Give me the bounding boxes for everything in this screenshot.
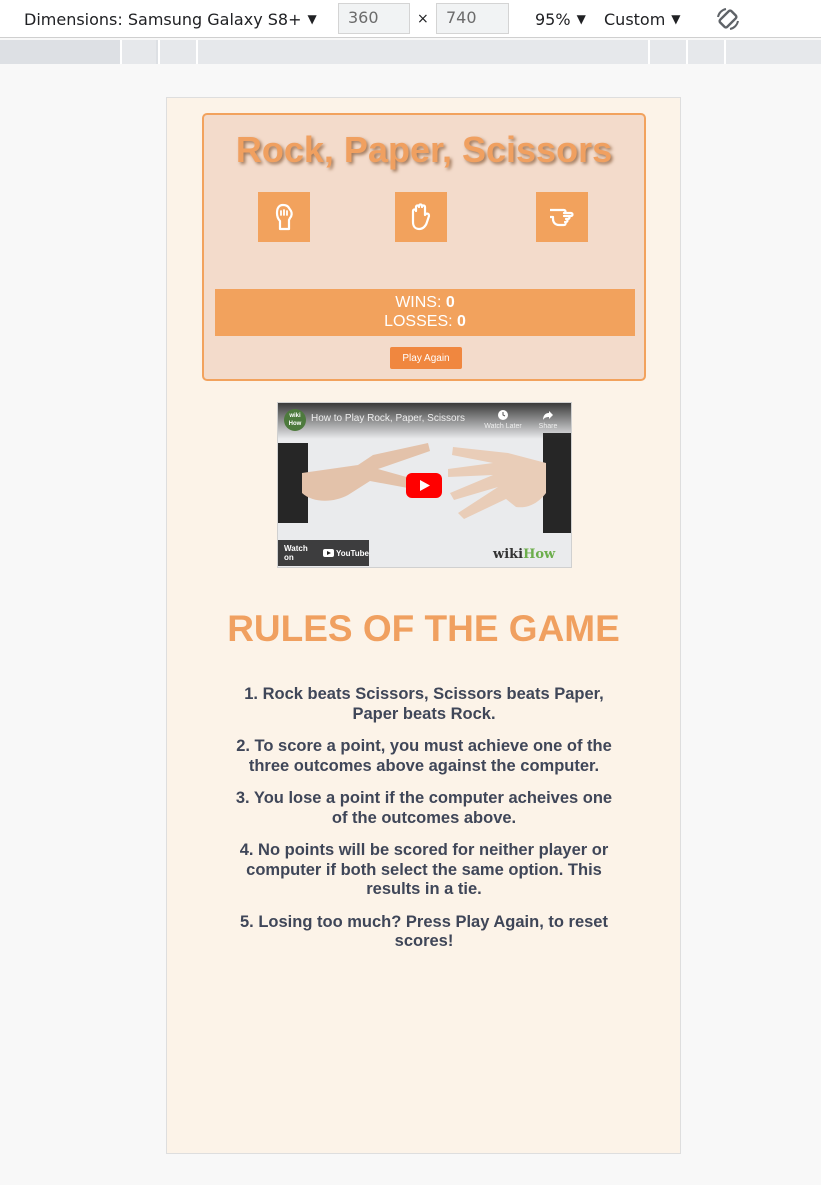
rules-list: 1. Rock beats Scissors, Scissors beats P…: [231, 685, 617, 965]
rule-item: 5. Losing too much? Press Play Again, to…: [240, 912, 608, 951]
watch-on-label: Watch on: [284, 544, 308, 562]
share-icon: [543, 411, 553, 420]
scissors-button[interactable]: [536, 192, 588, 242]
height-input[interactable]: 740: [436, 3, 509, 34]
rotate-icon[interactable]: [714, 5, 742, 33]
losses-label: LOSSES:: [384, 313, 453, 330]
rules-title: RULES OF THE GAME: [227, 608, 620, 649]
ruler-segment[interactable]: [158, 40, 196, 64]
device-toolbar: Dimensions: Samsung Galaxy S8+ ▼ 360 × 7…: [0, 0, 821, 38]
zoom-dropdown[interactable]: 95% ▼: [535, 0, 586, 38]
youtube-logo-icon: [323, 549, 334, 557]
device-dimensions-label: Dimensions: Samsung Galaxy S8+: [24, 9, 302, 29]
youtube-embed[interactable]: wiki How How to Play Rock, Paper, Scisso…: [277, 402, 572, 568]
video-title[interactable]: How to Play Rock, Paper, Scissors: [311, 413, 465, 424]
share-button[interactable]: Share: [530, 409, 566, 430]
chevron-down-icon: ▼: [671, 12, 681, 26]
share-label: Share: [538, 423, 558, 430]
device-viewport: Rock, Paper, Scissors WINS: 0 LOSSES: 0 …: [166, 97, 681, 1154]
wins-label: WINS:: [395, 294, 442, 311]
rule-item: 4. No points will be scored for neither …: [239, 841, 609, 898]
ruler-segment[interactable]: [686, 40, 724, 64]
device-dimensions-dropdown[interactable]: Dimensions: Samsung Galaxy S8+ ▼: [24, 0, 317, 38]
chevron-down-icon: ▼: [307, 12, 317, 26]
paper-button[interactable]: [395, 192, 447, 242]
ruler-segment[interactable]: [120, 40, 156, 64]
ruler-segment[interactable]: [196, 40, 648, 64]
chevron-down-icon: ▼: [576, 12, 586, 26]
game-panel: Rock, Paper, Scissors WINS: 0 LOSSES: 0 …: [202, 113, 646, 381]
rule-item: 3. You lose a point if the computer ache…: [235, 789, 613, 827]
channel-logo[interactable]: wiki How: [284, 409, 306, 431]
watch-later-label: Watch Later: [484, 423, 522, 430]
ruler-segment[interactable]: [648, 40, 686, 64]
youtube-label: YouTube: [335, 548, 369, 558]
hand-scissors-icon: [550, 208, 574, 227]
rule-item: 1. Rock beats Scissors, Scissors beats P…: [244, 685, 604, 723]
losses-count: 0: [457, 313, 466, 330]
rock-button[interactable]: [258, 192, 310, 242]
throttle-dropdown[interactable]: Custom ▼: [604, 0, 681, 38]
clock-icon: [498, 410, 508, 420]
times-sign: ×: [417, 11, 429, 27]
wins-row: WINS: 0: [215, 293, 635, 312]
play-icon[interactable]: [406, 473, 442, 498]
ruler-segment[interactable]: [724, 40, 821, 64]
wins-count: 0: [445, 294, 455, 311]
hand-rock-icon: [275, 203, 293, 231]
hand-paper-icon: [411, 203, 431, 231]
game-title: Rock, Paper, Scissors: [235, 129, 613, 170]
zoom-label: 95%: [535, 9, 571, 29]
media-query-ruler: [0, 40, 821, 64]
rule-item: 2. To score a point, you must achieve on…: [236, 737, 612, 775]
watch-later-button[interactable]: Watch Later: [483, 409, 523, 430]
width-input[interactable]: 360: [338, 3, 410, 34]
watch-on-youtube-button[interactable]: Watch on YouTube: [278, 540, 369, 566]
losses-row: LOSSES: 0: [215, 312, 635, 331]
wikihow-watermark: wikiHow: [493, 547, 556, 562]
play-again-button[interactable]: Play Again: [390, 347, 462, 369]
throttle-label: Custom: [604, 9, 666, 29]
scoreboard: WINS: 0 LOSSES: 0: [215, 289, 635, 336]
